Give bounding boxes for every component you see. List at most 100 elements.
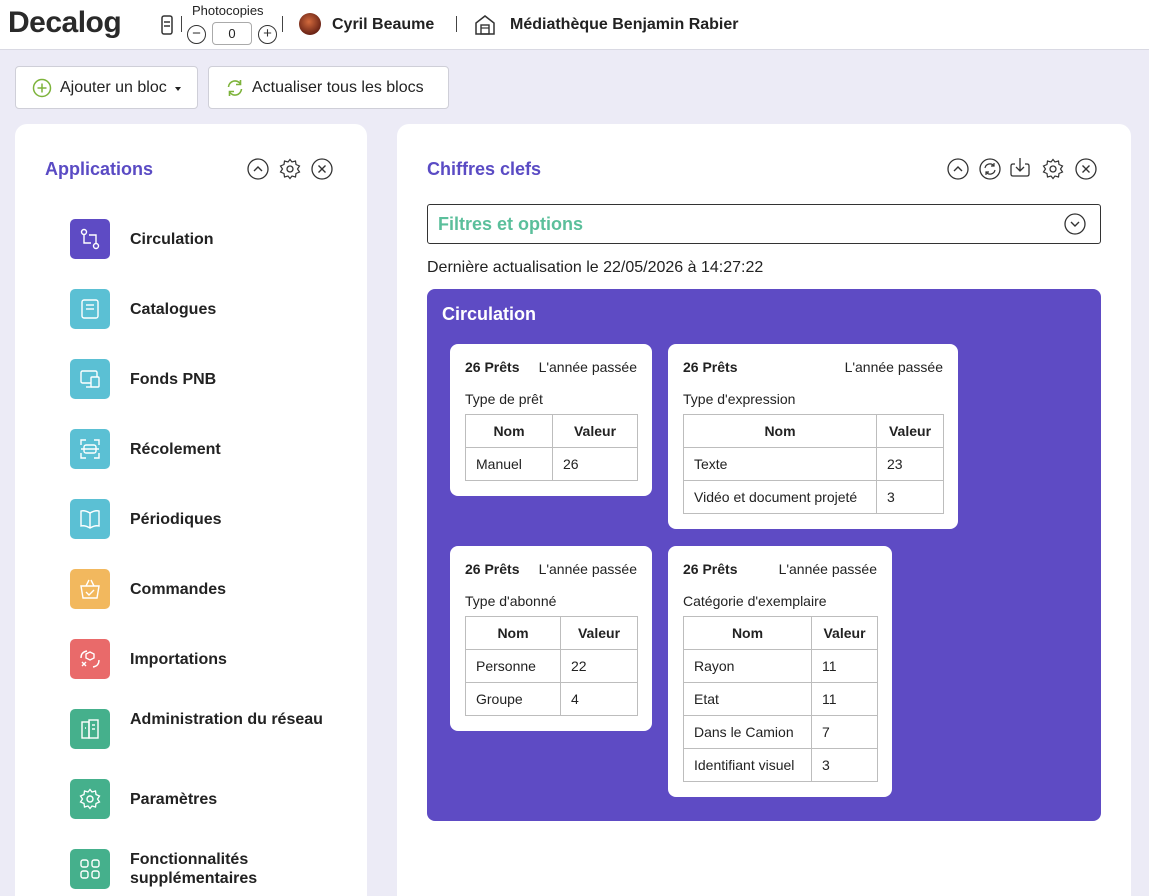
close-icon[interactable] — [311, 158, 333, 180]
collapse-icon[interactable] — [947, 158, 969, 180]
period: L'année passée — [844, 359, 943, 375]
photocopies-decrement-button[interactable]: − — [187, 25, 206, 44]
app-label: Périodiques — [130, 511, 222, 528]
app-label: Circulation — [130, 231, 214, 248]
app-recolement[interactable]: Récolement — [70, 429, 370, 489]
card-subtitle: Type d'abonné — [465, 593, 557, 609]
separator — [456, 16, 457, 32]
app-fonctionnalites-supplementaires[interactable]: Fonctionnalités supplémentaires — [70, 849, 370, 896]
library-icon — [475, 15, 495, 35]
avatar[interactable] — [299, 13, 321, 35]
table-cell: 7 — [811, 715, 878, 749]
table-cell: Personne — [465, 649, 561, 683]
refresh-all-blocks-button[interactable]: Actualiser tous les blocs — [208, 66, 449, 109]
table-cell: Groupe — [465, 682, 561, 716]
table-row: Rayon 11 — [683, 649, 878, 683]
table-cell: 22 — [560, 649, 638, 683]
filters-options-toggle[interactable]: Filtres et options — [427, 204, 1101, 244]
applications-title: Applications — [45, 159, 154, 179]
download-icon[interactable] — [1009, 156, 1031, 178]
table-cell: Etat — [683, 682, 812, 716]
app-label: Administration du réseau — [130, 711, 323, 728]
chevron-down-icon — [1064, 213, 1086, 235]
collapse-icon[interactable] — [247, 158, 269, 180]
column-header: Nom — [465, 414, 553, 448]
plus-circle-icon — [32, 78, 52, 98]
card-subtitle: Type d'expression — [683, 391, 796, 407]
table-cell: Rayon — [683, 649, 812, 683]
monitor-icon — [70, 359, 110, 399]
period: L'année passée — [538, 359, 637, 375]
stat-card-loan-type: 26 Prêts L'année passée Type de prêt Nom… — [450, 344, 652, 496]
app-label: Paramètres — [130, 791, 218, 808]
stat-table: Nom Valeur Manuel 26 — [465, 414, 638, 481]
stat-card-expression-type: 26 Prêts L'année passée Type d'expressio… — [668, 344, 958, 529]
decalog-logo[interactable]: Decalog — [8, 6, 122, 40]
table-cell: Texte — [683, 447, 877, 481]
app-label: Fonds PNB — [130, 371, 217, 388]
table-cell: 11 — [811, 649, 878, 683]
table-row: Manuel 26 — [465, 447, 638, 481]
app-label: Fonctionnalités supplémentaires — [130, 851, 258, 887]
app-parametres[interactable]: Paramètres — [70, 779, 370, 839]
photocopies-label: Photocopies — [192, 3, 264, 18]
app-label: Catalogues — [130, 301, 217, 318]
column-header: Valeur — [560, 616, 638, 650]
gear-icon — [70, 779, 110, 819]
table-header-row: Nom Valeur — [683, 616, 878, 650]
add-block-label: Ajouter un bloc — [60, 79, 167, 96]
app-circulation[interactable]: Circulation — [70, 219, 370, 279]
basket-icon — [70, 569, 110, 609]
library-name[interactable]: Médiathèque Benjamin Rabier — [510, 16, 739, 34]
app-commandes[interactable]: Commandes — [70, 569, 370, 629]
table-cell: 11 — [811, 682, 878, 716]
stat-table: Nom Valeur Rayon 11 Etat 11 Dans le Cami… — [683, 616, 878, 782]
app-administration-reseau[interactable]: Administration du réseau — [70, 709, 370, 769]
stat-table: Nom Valeur Personne 22 Groupe 4 — [465, 616, 638, 716]
app-catalogues[interactable]: Catalogues — [70, 289, 370, 349]
app-label: Importations — [130, 651, 227, 668]
gear-icon[interactable] — [1042, 158, 1064, 180]
photocopies-increment-button[interactable]: + — [258, 25, 277, 44]
refresh-icon[interactable] — [979, 158, 1001, 180]
table-cell: Manuel — [465, 447, 553, 481]
table-row: Personne 22 — [465, 649, 638, 683]
table-row: Vidéo et document projeté 3 — [683, 480, 944, 514]
app-label: Récolement — [130, 441, 221, 458]
gear-icon[interactable] — [279, 158, 301, 180]
loan-count: 26 Prêts — [683, 359, 738, 375]
swap-icon — [70, 219, 110, 259]
card-subtitle: Type de prêt — [465, 391, 543, 407]
app-periodiques[interactable]: Périodiques — [70, 499, 370, 559]
table-header-row: Nom Valeur — [683, 414, 944, 448]
import-icon — [70, 639, 110, 679]
app-importations[interactable]: Importations — [70, 639, 370, 699]
loan-count: 26 Prêts — [683, 561, 738, 577]
stat-card-subscriber-type: 26 Prêts L'année passée Type d'abonné No… — [450, 546, 652, 731]
column-header: Valeur — [552, 414, 638, 448]
applications-panel: Applications Circulation Catalogues Fond… — [15, 124, 367, 896]
table-row: Texte 23 — [683, 447, 944, 481]
caret-down-icon — [175, 87, 181, 91]
table-header-row: Nom Valeur — [465, 414, 638, 448]
app-fonds-pnb[interactable]: Fonds PNB — [70, 359, 370, 419]
separator — [181, 16, 182, 32]
stat-table: Nom Valeur Texte 23 Vidéo et document pr… — [683, 414, 944, 514]
book-icon — [70, 289, 110, 329]
user-name[interactable]: Cyril Beaume — [332, 16, 434, 34]
table-header-row: Nom Valeur — [465, 616, 638, 650]
table-cell: Identifiant visuel — [683, 748, 812, 782]
loan-count: 26 Prêts — [465, 561, 520, 577]
table-row: Etat 11 — [683, 682, 878, 716]
add-block-button[interactable]: Ajouter un bloc — [15, 66, 198, 109]
column-header: Nom — [683, 616, 812, 650]
column-header: Valeur — [876, 414, 944, 448]
table-row: Dans le Camion 7 — [683, 715, 878, 749]
column-header: Nom — [683, 414, 877, 448]
filters-label: Filtres et options — [438, 214, 584, 234]
table-cell: 26 — [552, 447, 638, 481]
close-icon[interactable] — [1075, 158, 1097, 180]
photocopies-input[interactable]: 0 — [212, 22, 252, 45]
column-header: Valeur — [811, 616, 878, 650]
stat-card-copy-category: 26 Prêts L'année passée Catégorie d'exem… — [668, 546, 892, 797]
